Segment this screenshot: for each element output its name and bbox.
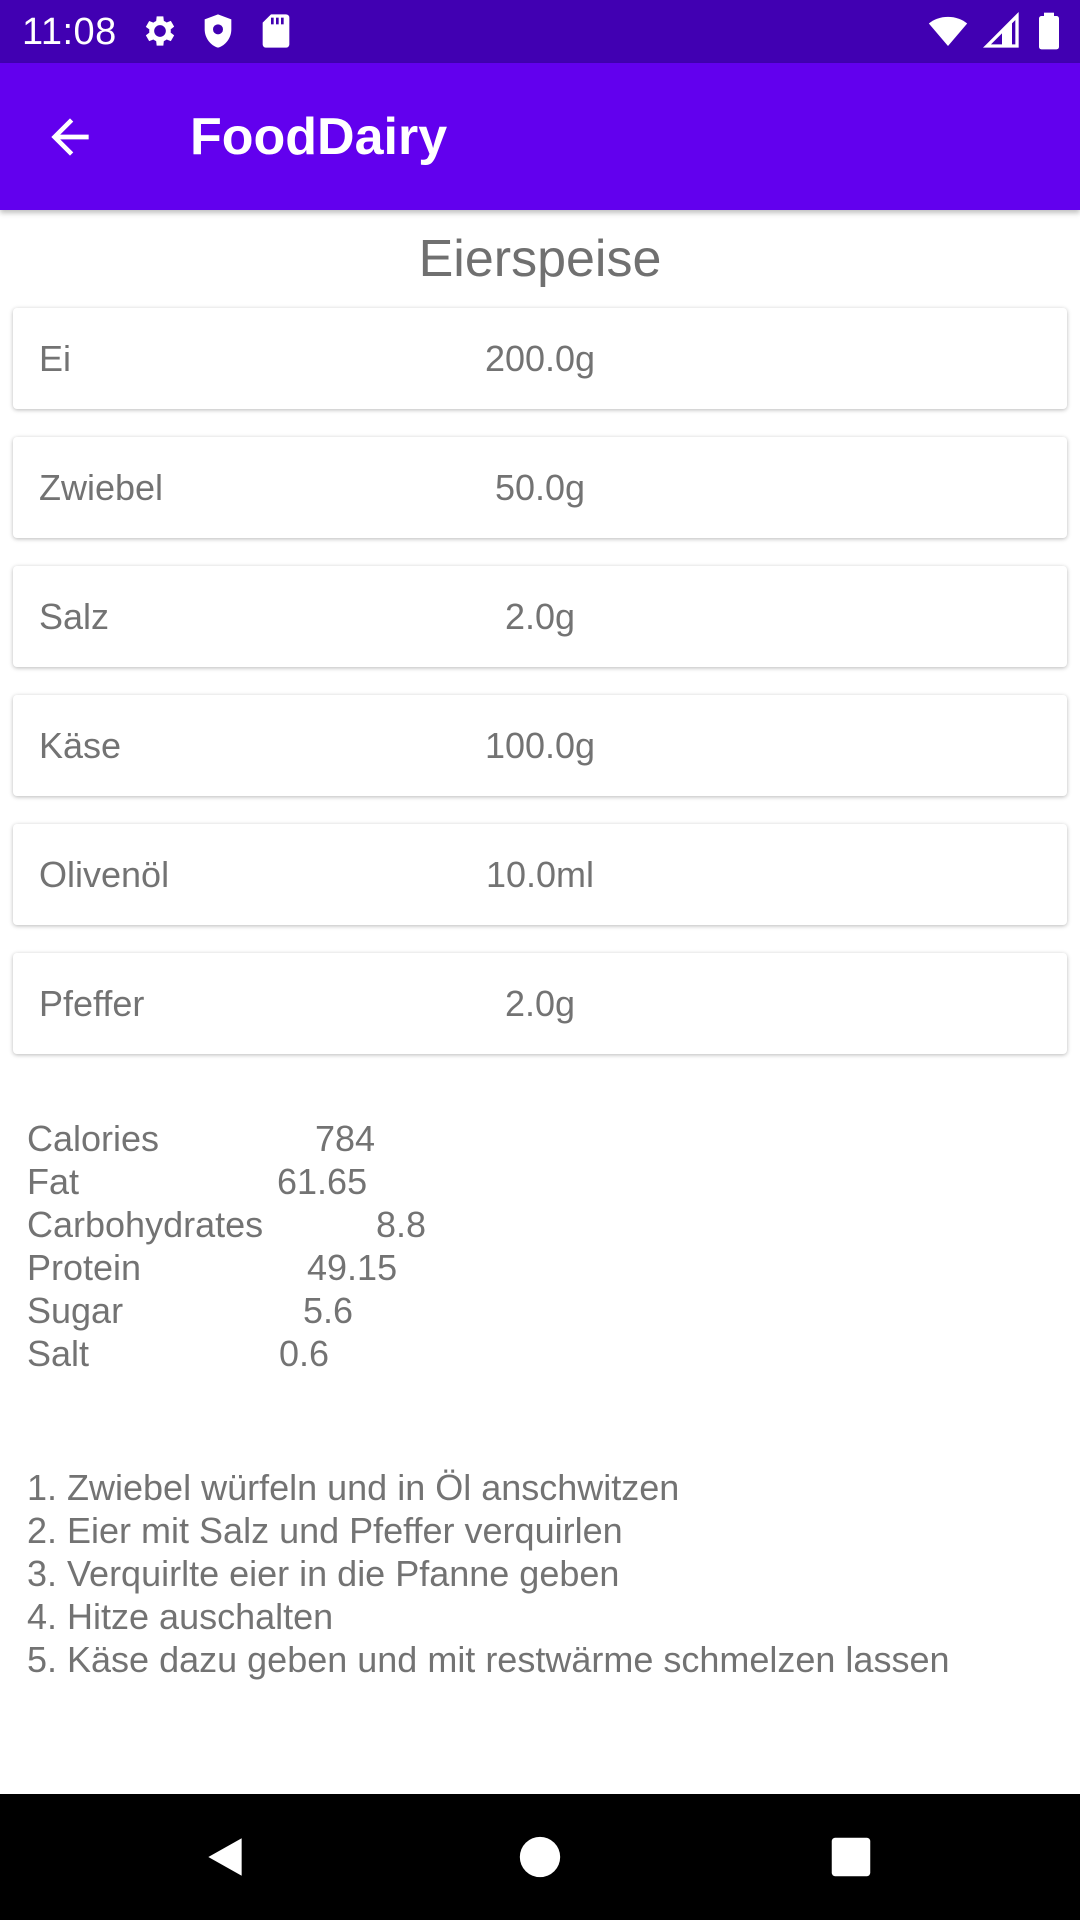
gear-icon	[140, 11, 180, 51]
nutrition-label: Fat	[27, 1161, 80, 1202]
ingredient-name: Salz	[39, 596, 110, 637]
nutrition-summary: Calories 784 Fat 61.65 Carbohydrates 8.8…	[27, 1117, 627, 1375]
ingredient-list: 200.0g Ei 50.0g Zwiebel 2.0g Salz 100.0g…	[13, 308, 1067, 1082]
nutrition-row: Sugar 5.6	[27, 1289, 627, 1332]
ingredient-name: Olivenöl	[39, 854, 170, 895]
nutrition-row: Protein 49.15	[27, 1246, 627, 1289]
ingredient-amount: 2.0g	[504, 983, 576, 1024]
sd-card-icon	[256, 11, 296, 51]
home-circle-icon	[519, 1836, 561, 1878]
ingredient-amount: 200.0g	[484, 338, 596, 379]
status-icons-left	[140, 11, 296, 51]
navigation-bar	[0, 1794, 1080, 1920]
recents-square-icon	[831, 1837, 871, 1877]
recipe-step: 5. Käse dazu geben und mit restwärme sch…	[27, 1639, 950, 1680]
ingredient-name: Pfeffer	[39, 983, 145, 1024]
nutrition-row: Calories 784	[27, 1117, 627, 1160]
ingredient-card[interactable]: 10.0ml Olivenöl	[13, 824, 1067, 925]
app-title: FoodDairy	[190, 108, 448, 166]
recipe-step: 3. Verquirlte eier in die Pfanne geben	[27, 1553, 620, 1594]
app-bar: FoodDairy	[0, 63, 1080, 210]
nutrition-value: 784	[315, 1118, 376, 1159]
recipe-title: Eierspeise	[418, 230, 662, 288]
nutrition-row: Salt 0.6	[27, 1332, 627, 1375]
ingredient-card[interactable]: 200.0g Ei	[13, 308, 1067, 409]
recipe-step: 1. Zwiebel würfeln und in Öl anschwitzen	[27, 1467, 680, 1508]
ingredient-amount: 10.0ml	[485, 854, 595, 895]
ingredient-name: Käse	[39, 725, 122, 766]
ingredient-card[interactable]: 50.0g Zwiebel	[13, 437, 1067, 538]
nutrition-value: 8.8	[376, 1204, 427, 1245]
ingredient-card[interactable]: 100.0g Käse	[13, 695, 1067, 796]
nutrition-label: Salt	[27, 1333, 90, 1374]
ingredient-name: Ei	[39, 338, 72, 379]
signal-icon	[982, 11, 1022, 51]
back-button[interactable]	[38, 105, 102, 169]
nutrition-value: 49.15	[307, 1247, 398, 1288]
ingredient-amount: 50.0g	[494, 467, 586, 508]
shield-icon	[198, 11, 238, 51]
wifi-icon	[928, 11, 968, 51]
nutrition-value: 0.6	[279, 1333, 330, 1374]
ingredient-amount: 100.0g	[484, 725, 596, 766]
nutrition-value: 61.65	[277, 1161, 368, 1202]
arrow-back-icon	[51, 118, 89, 156]
ingredient-name: Zwiebel	[39, 467, 164, 508]
battery-icon	[1036, 11, 1062, 51]
status-time: 11:08	[22, 11, 117, 53]
ingredient-card[interactable]: 2.0g Pfeffer	[13, 953, 1067, 1054]
nutrition-row: Carbohydrates 8.8	[27, 1203, 627, 1246]
nutrition-label: Protein	[27, 1247, 142, 1288]
recipe-step: 4. Hitze auschalten	[27, 1596, 334, 1637]
nutrition-value: 5.6	[303, 1290, 354, 1331]
nav-back-button[interactable]	[192, 1824, 258, 1890]
ingredient-card[interactable]: 2.0g Salz	[13, 566, 1067, 667]
back-triangle-icon	[208, 1838, 242, 1876]
nutrition-row: Fat 61.65	[27, 1160, 627, 1203]
nutrition-label: Sugar	[27, 1290, 124, 1331]
recipe-step: 2. Eier mit Salz und Pfeffer verquirlen	[27, 1510, 623, 1551]
ingredient-amount: 2.0g	[504, 596, 576, 637]
nav-home-button[interactable]	[507, 1824, 573, 1890]
nutrition-label: Calories	[27, 1118, 160, 1159]
nutrition-label: Carbohydrates	[27, 1204, 264, 1245]
recipe-steps: 1. Zwiebel würfeln und in Öl anschwitzen…	[27, 1466, 1057, 1681]
status-icons-right	[928, 11, 1062, 51]
nav-recents-button[interactable]	[818, 1824, 884, 1890]
status-bar: 11:08	[0, 0, 1080, 63]
screen: 11:08 FoodDairy Eierspeise 200.0g Ei 50.…	[0, 0, 1080, 1920]
